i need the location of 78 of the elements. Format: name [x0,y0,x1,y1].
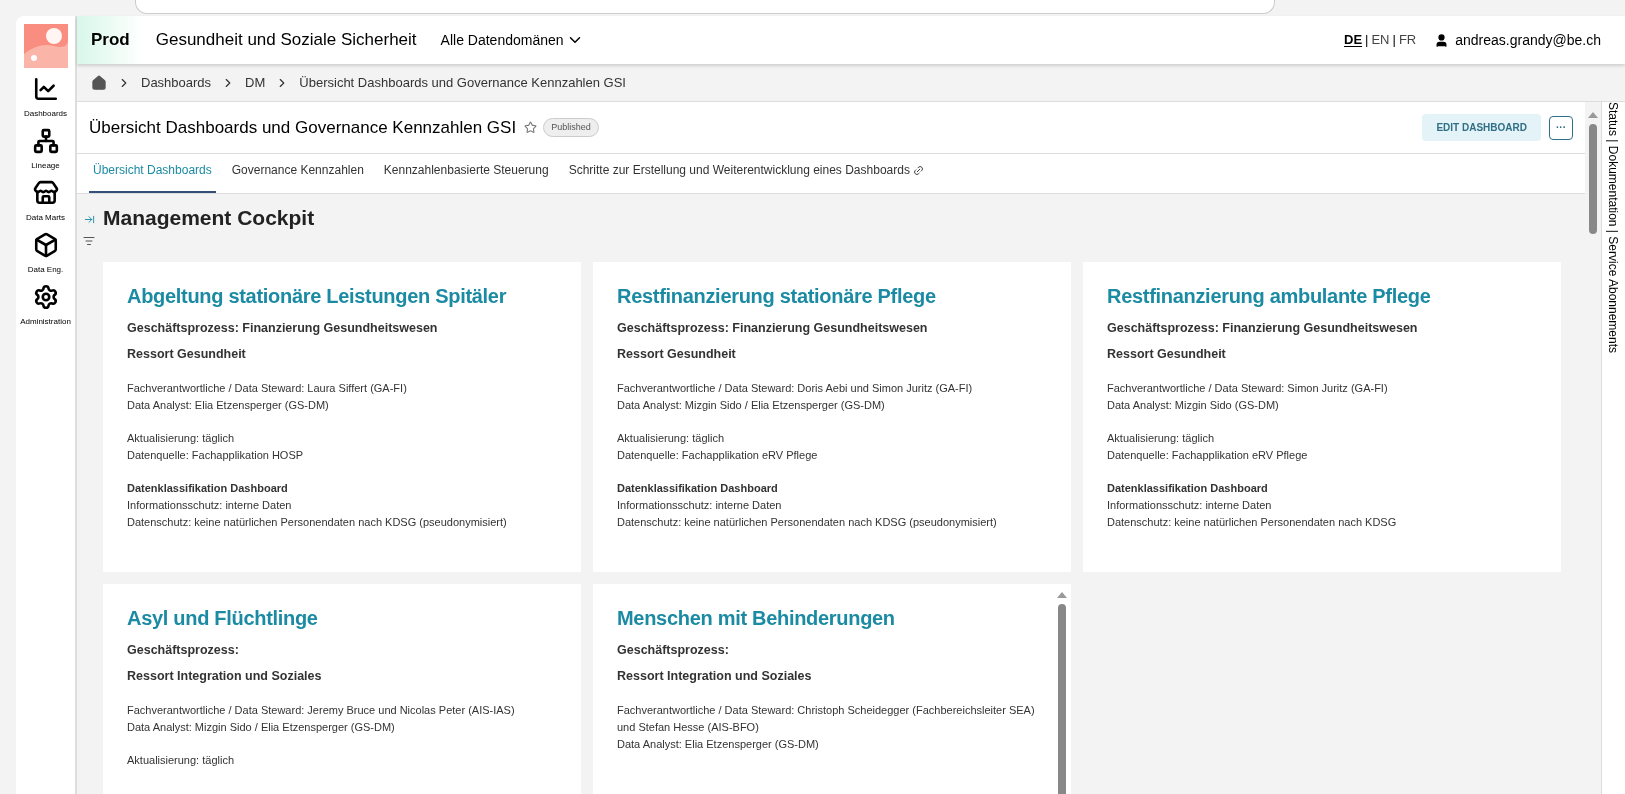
card-ressort: Ressort Gesundheit [1107,346,1227,364]
card-title[interactable]: Abgeltung stationäre Leistungen Spitäler [127,283,557,309]
gear-icon [32,284,59,310]
card-detail: Fachverantwortliche / Data Steward: Christoph Scheidegger (Fachbereichsleiter SEA) und Stefan Hesse (AIS-BFO) [617,703,1036,735]
card-process: Geschäftsprozess: [617,641,730,659]
card-title[interactable]: Restfinanzierung ambulante Pflege [1107,283,1537,309]
card-detail: Datenschutz: keine natürlichen Personendaten nach KDSG (pseudonymisiert) [617,515,998,530]
card-ressort: Ressort Gesundheit [617,346,737,364]
status-badge: Published [543,117,599,138]
card-process: Geschäftsprozess: [127,641,240,659]
card-detail: Datenquelle: Fachapplikation eRV Pflege [617,448,819,463]
card-detail: Data Analyst: Elia Etzensperger (GS-DM) [127,398,330,413]
card-ressort: Ressort Integration und Soziales [617,668,813,686]
sidebar-item[interactable]: Data Eng. [16,232,75,276]
card-detail: Data Analyst: Mizgin Sido / Elia Etzensperger (GS-DM) [127,720,396,735]
edit-dashboard-button[interactable]: EDIT DASHBOARD [1422,114,1541,141]
card-detail: Datenschutz: keine natürlichen Personendaten nach KDSG [1107,515,1398,530]
user-menu[interactable]: andreas.grandy@be.ch [1434,29,1601,51]
breadcrumb-link[interactable]: Übersicht Dashboards und Governance Kennzahlen GSI [299,72,626,93]
filter-icon[interactable] [83,235,95,247]
card-ressort: Ressort Gesundheit [127,346,247,364]
card-detail: Aktualisierung: täglich [127,431,235,446]
card-detail: Informationsschutz: interne Daten [1107,498,1273,513]
cube-icon [32,232,59,258]
card-detail: Informationsschutz: interne Daten [617,498,783,513]
tab[interactable]: Schritte zur Erstellung und Weiterentwicklung eines Dashboards [564,161,928,193]
card-detail: Aktualisierung: täglich [1107,431,1215,446]
classification-heading: Datenklassifikation Dashboard [617,481,779,496]
card-detail: Data Analyst: Mizgin Sido / Elia Etzensperger (GS-DM) [617,398,886,413]
card-detail: Aktualisierung: täglich [127,753,235,768]
card-detail: Fachverantwortliche / Data Steward: Jeremy Bruce und Nicolas Peter (AIS-IAS) [127,703,516,718]
tab[interactable]: Kennzahlenbasierte Steuerung [379,161,553,193]
sidebar-item[interactable]: Dashboards [16,76,75,120]
language-option[interactable]: FR [1398,30,1417,50]
line-chart-icon [32,76,59,102]
logo-icon [23,24,68,68]
card-ressort: Ressort Integration und Soziales [127,668,323,686]
tab[interactable]: Übersicht Dashboards [89,161,216,193]
card-process: Geschäftsprozess: Finanzierung Gesundheitswesen [617,319,929,337]
card-detail: Data Analyst: Mizgin Sido (GS-DM) [1107,398,1280,413]
breadcrumb-link[interactable]: Dashboards [141,72,212,93]
card-detail: Fachverantwortliche / Data Steward: Simon Juritz (GA-FI) [1107,381,1389,396]
card-detail: Informationsschutz: interne Daten [127,498,293,513]
language-option[interactable]: DE [1344,30,1363,50]
home-icon[interactable] [91,74,107,91]
section-title: Management Cockpit [103,205,316,231]
language-separator: | [1392,31,1396,50]
card-detail: Fachverantwortliche / Data Steward: Laura Siffert (GA-FI) [127,381,408,396]
breadcrumb-link[interactable]: DM [245,72,266,93]
card-process: Geschäftsprozess: Finanzierung Gesundheitswesen [127,319,439,337]
card-detail: Fachverantwortliche / Data Steward: Doris Aebi und Simon Juritz (GA-FI) [617,381,974,396]
tab[interactable]: Governance Kennzahlen [227,161,368,193]
network-icon [32,128,59,154]
store-icon [32,180,59,206]
sidebar-item[interactable]: Administration [16,284,75,328]
environment-label: Prod [77,16,144,64]
classification-heading: Datenklassifikation Dashboard [1107,481,1269,496]
dashboard-title: Übersicht Dashboards und Governance Kennzahlen GSI [89,116,517,139]
classification-heading: Datenklassifikation Dashboard [127,481,289,496]
sidebar-item[interactable]: Lineage [16,128,75,172]
more-button[interactable]: ··· [1549,115,1573,140]
domain-dropdown[interactable]: Alle Datendomänen [440,29,584,51]
card-title[interactable]: Restfinanzierung stationäre Pflege [617,283,1047,309]
card-title[interactable]: Asyl und Flüchtlinge [127,605,557,631]
language-separator: | [1365,31,1369,50]
sidebar-item[interactable]: Data Marts [16,180,75,224]
star-icon[interactable] [524,121,538,134]
user-icon [1434,32,1450,48]
card-title[interactable]: Menschen mit Behinderungen [617,605,1047,631]
collapse-icon[interactable] [83,214,95,225]
language-option[interactable]: EN [1371,30,1390,50]
card-process: Geschäftsprozess: Finanzierung Gesundheitswesen [1107,319,1419,337]
card-detail: Data Analyst: Elia Etzensperger (GS-DM) [617,737,820,752]
card-detail: Datenschutz: keine natürlichen Personendaten nach KDSG (pseudonymisiert) [127,515,508,530]
card-detail: Aktualisierung: täglich [617,431,725,446]
app-title: Gesundheit und Soziale Sicherheit [155,29,417,52]
card-detail: Datenquelle: Fachapplikation eRV Pflege [1107,448,1309,463]
card-detail: Datenquelle: Fachapplikation HOSP [127,448,305,463]
